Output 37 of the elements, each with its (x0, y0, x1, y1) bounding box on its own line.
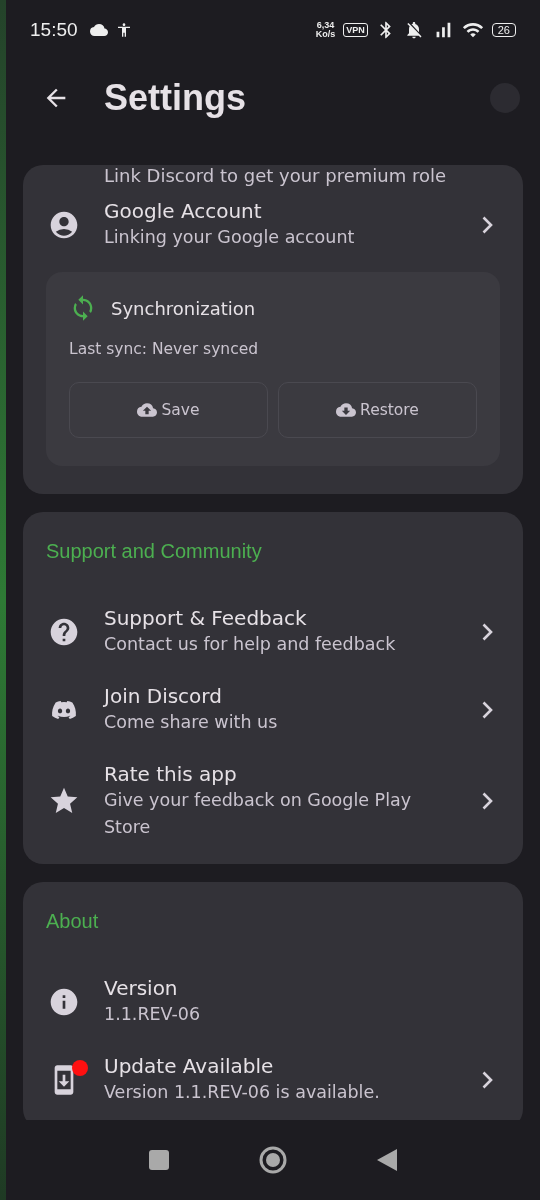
sync-button[interactable]: Save (69, 382, 268, 438)
row-title: Support & Feedback (104, 605, 308, 631)
page-title: Settings (104, 77, 247, 119)
home-button[interactable] (258, 1145, 288, 1175)
row-title: Update Available (104, 1053, 275, 1079)
cloud-upload-icon (137, 400, 158, 420)
settings-row[interactable]: Support & Feedback Contact us for help and feedback (23, 593, 523, 671)
section-title: About (45, 909, 100, 934)
settings-row[interactable]: Rate this app Give your feedback on Google Play Store (23, 749, 523, 854)
recents-button[interactable] (148, 1149, 170, 1171)
row-title: Rate this app (104, 761, 238, 787)
settings-row[interactable]: Google Account Linking your Google account (23, 186, 523, 264)
row-title: Join Discord (104, 683, 223, 709)
row-subtitle: 1.1.REV-06 (104, 1003, 202, 1026)
sync-title: Synchronization (111, 297, 256, 319)
section-title: Support and Community (45, 539, 263, 564)
row-subtitle: Link Discord to get your premium role (103, 165, 448, 186)
row-subtitle: Linking your Google account (104, 226, 356, 249)
battery-indicator: 26 (491, 23, 516, 37)
status-time: 15:50 (30, 19, 78, 41)
sync-button[interactable]: Restore (278, 382, 477, 438)
vpn-indicator: VPN (343, 23, 368, 37)
sync-status: Last sync: Never synced (69, 340, 260, 358)
row-subtitle: Give your feedback on Google Play Store (104, 789, 413, 839)
row-subtitle: Version 1.1.REV-06 is available. (104, 1081, 381, 1104)
figure-icon (115, 22, 132, 38)
row-subtitle: Contact us for help and feedback (104, 633, 397, 656)
settings-row[interactable]: Join Discord Come share with us (23, 671, 523, 749)
cloud-download-icon (336, 400, 357, 420)
row-title: Google Account (104, 198, 263, 224)
settings-row[interactable]: Version 1.1.REV-06 (23, 963, 523, 1041)
settings-row[interactable]: Update Available Version 1.1.REV-06 is available. (23, 1041, 523, 1119)
back-nav-button[interactable] (376, 1148, 398, 1172)
network-speed: 6,34 Ko/s (315, 21, 336, 39)
row-subtitle: Come share with us (104, 711, 279, 734)
cloud-icon (89, 21, 108, 39)
row-title: Version (104, 975, 179, 1001)
